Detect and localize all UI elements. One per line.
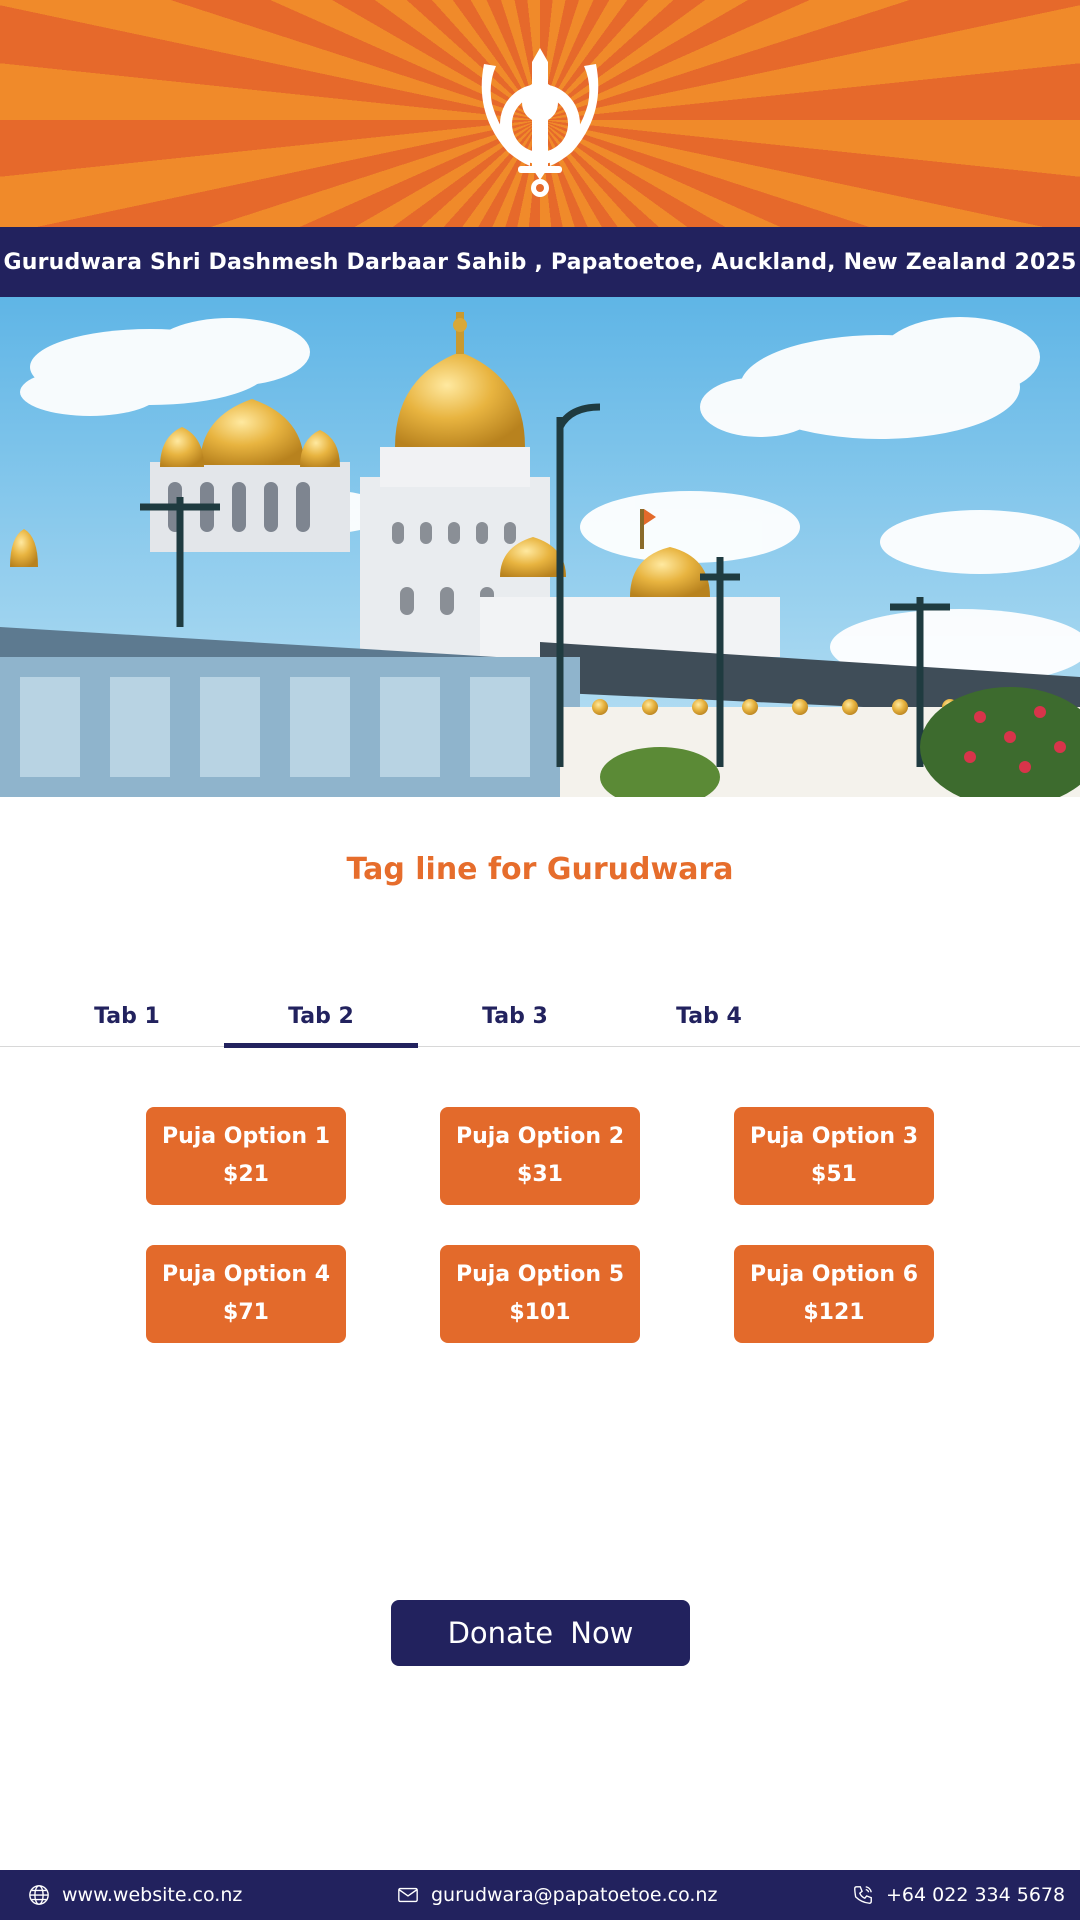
khanda-icon xyxy=(481,48,599,197)
puja-option-5-button[interactable]: Puja Option 5 $101 xyxy=(440,1245,640,1343)
puja-option-3-button[interactable]: Puja Option 3 $51 xyxy=(734,1107,934,1205)
footer-website-link[interactable]: www.website.co.nz xyxy=(28,1870,242,1920)
option-name: Puja Option 2 xyxy=(455,1124,625,1149)
puja-option-6-button[interactable]: Puja Option 6 $121 xyxy=(734,1245,934,1343)
option-price: $51 xyxy=(811,1162,857,1187)
puja-option-2-button[interactable]: Puja Option 2 $31 xyxy=(440,1107,640,1205)
option-price: $101 xyxy=(509,1300,571,1325)
tab-1[interactable]: Tab 1 xyxy=(30,985,224,1047)
tagline: Tag line for Gurudwara xyxy=(346,852,734,887)
tab-3[interactable]: Tab 3 xyxy=(418,985,612,1047)
option-name: Puja Option 4 xyxy=(161,1262,331,1287)
option-price: $71 xyxy=(223,1300,269,1325)
email-text: gurudwara@papatoetoe.co.nz xyxy=(431,1884,718,1906)
puja-option-1-button[interactable]: Puja Option 1 $21 xyxy=(146,1107,346,1205)
tab-2[interactable]: Tab 2 xyxy=(224,985,418,1048)
gurudwara-photo xyxy=(0,297,1080,797)
option-price: $31 xyxy=(517,1162,563,1187)
footer: www.website.co.nz gurudwara@papatoetoe.c… xyxy=(0,1870,1080,1920)
footer-phone-link[interactable]: +64 022 334 5678 xyxy=(852,1870,1065,1920)
option-price: $121 xyxy=(803,1300,865,1325)
option-name: Puja Option 3 xyxy=(749,1124,919,1149)
puja-option-4-button[interactable]: Puja Option 4 $71 xyxy=(146,1245,346,1343)
mail-icon xyxy=(398,1887,418,1903)
option-price: $21 xyxy=(223,1162,269,1187)
option-name: Puja Option 6 xyxy=(749,1262,919,1287)
phone-text: +64 022 334 5678 xyxy=(886,1884,1066,1906)
website-text: www.website.co.nz xyxy=(62,1884,243,1906)
tab-bar: Tab 1 Tab 2 Tab 3 Tab 4 xyxy=(0,985,1080,1048)
phone-icon xyxy=(854,1886,872,1904)
tab-4[interactable]: Tab 4 xyxy=(612,985,806,1047)
site-title: Gurudwara Shri Dashmesh Darbaar Sahib , … xyxy=(0,227,1080,297)
donate-now-button[interactable]: Donate Now xyxy=(391,1600,690,1666)
footer-email-link[interactable]: gurudwara@papatoetoe.co.nz xyxy=(397,1870,717,1920)
option-name: Puja Option 5 xyxy=(455,1262,625,1287)
header-banner xyxy=(0,0,1080,227)
globe-icon xyxy=(29,1885,49,1905)
option-name: Puja Option 1 xyxy=(161,1124,331,1149)
